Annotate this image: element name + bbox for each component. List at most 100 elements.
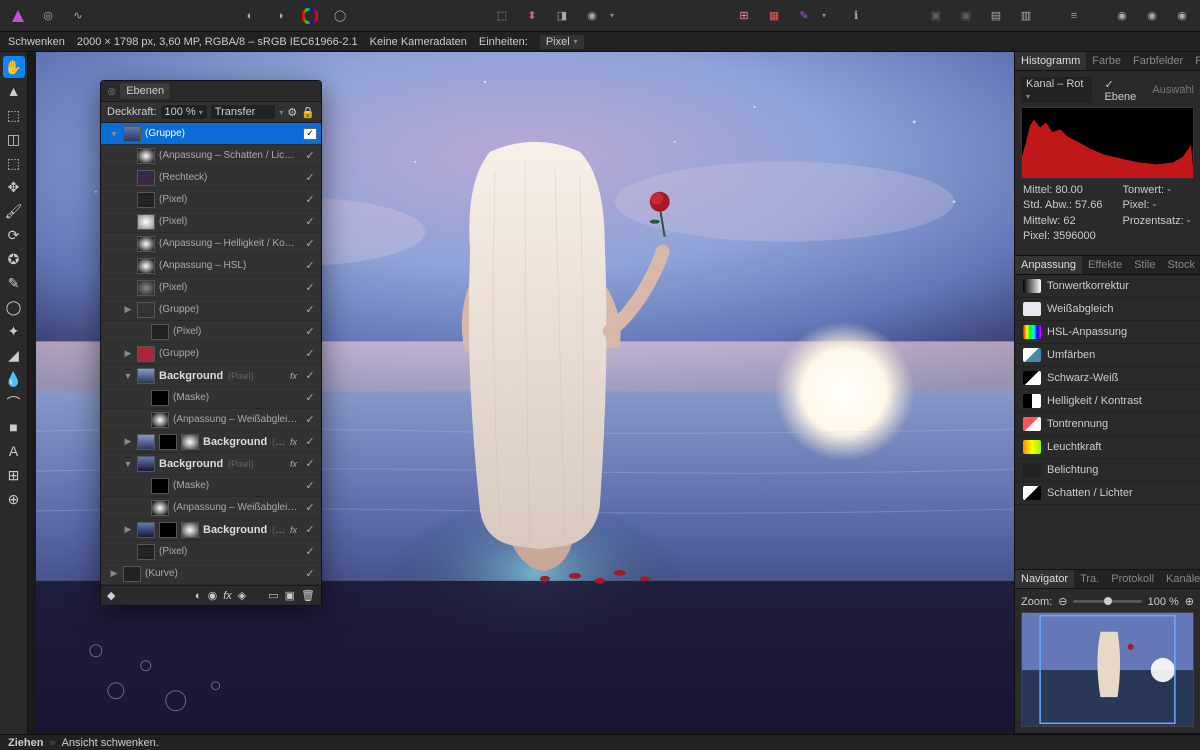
visibility-toggle[interactable]: ✓: [303, 171, 317, 184]
live-filter-icon[interactable]: ◈: [238, 589, 246, 602]
zoom-tool[interactable]: ⊕: [3, 488, 25, 510]
fx-icon[interactable]: fx: [223, 590, 232, 602]
adjustment-item[interactable]: Belichtung: [1015, 459, 1200, 482]
selection-none-icon[interactable]: ⬍: [520, 4, 544, 28]
hue-icon[interactable]: [298, 4, 322, 28]
tab-swatches[interactable]: Farbfelder: [1127, 52, 1189, 70]
navigator-preview[interactable]: [1021, 612, 1194, 727]
visibility-toggle[interactable]: ✓: [303, 347, 317, 360]
disclosure-arrow-icon[interactable]: ▶: [123, 436, 133, 447]
hand-tool[interactable]: ✋: [3, 56, 25, 78]
account-icon[interactable]: ◉: [1140, 4, 1164, 28]
layer-row[interactable]: ▶Background (Pixel)fx✓: [101, 519, 321, 541]
layer-row[interactable]: ▼Background (Pixel)fx✓: [101, 453, 321, 475]
tab-transform[interactable]: Tra.: [1074, 570, 1105, 588]
layer-row[interactable]: (Maske)✓: [101, 475, 321, 497]
adjustment-item[interactable]: Weißabgleich: [1015, 298, 1200, 321]
align-icon[interactable]: ≡: [1062, 4, 1086, 28]
disclosure-arrow-icon[interactable]: ▶: [123, 348, 133, 359]
tab-color[interactable]: Farbe: [1086, 52, 1127, 70]
fx-badge[interactable]: fx: [290, 437, 297, 447]
layer-blend-ranges-icon[interactable]: ◆: [107, 589, 115, 602]
visibility-toggle[interactable]: ✓: [303, 303, 317, 316]
visibility-toggle[interactable]: ✓: [303, 369, 317, 382]
visibility-checkbox[interactable]: ✓: [303, 128, 317, 140]
text-tool[interactable]: A: [3, 440, 25, 462]
zoom-slider[interactable]: [1073, 600, 1141, 603]
persona-liquify-icon[interactable]: ∿: [66, 4, 90, 28]
layer-group-icon[interactable]: ▥: [1014, 4, 1038, 28]
layer-row[interactable]: ▼(Gruppe)✓: [101, 123, 321, 145]
layer-row[interactable]: (Maske)✓: [101, 387, 321, 409]
group-icon[interactable]: ▣: [285, 589, 295, 602]
clone-tool[interactable]: ✦: [3, 320, 25, 342]
visibility-toggle[interactable]: ✓: [303, 567, 317, 580]
exposure-icon[interactable]: ◯: [328, 4, 352, 28]
layer-row[interactable]: ▼Background (Pixel)fx✓: [101, 365, 321, 387]
persona-photo-icon[interactable]: ◎: [36, 4, 60, 28]
pen-tool[interactable]: ⌒: [3, 392, 25, 414]
disclosure-arrow-icon[interactable]: ▼: [123, 459, 133, 469]
adjustment-item[interactable]: Helligkeit / Kontrast: [1015, 390, 1200, 413]
layers-panel-header[interactable]: ⊗ Ebenen: [101, 81, 321, 102]
disclosure-arrow-icon[interactable]: ▶: [123, 524, 133, 535]
arrange-back-icon[interactable]: ▣: [924, 4, 948, 28]
disclosure-arrow-icon[interactable]: ▶: [109, 568, 119, 579]
shape-tool[interactable]: ■: [3, 416, 25, 438]
tab-stock[interactable]: Stock: [1162, 256, 1200, 274]
panel-close-icon[interactable]: ⊗: [107, 85, 116, 98]
layer-row[interactable]: (Pixel)✓: [101, 321, 321, 343]
visibility-toggle[interactable]: ✓: [303, 325, 317, 338]
opacity-field[interactable]: 100 % ▾: [161, 105, 207, 119]
fx-badge[interactable]: fx: [290, 459, 297, 469]
contrast-icon[interactable]: ◑: [268, 4, 292, 28]
arrange-front-icon[interactable]: ▣: [954, 4, 978, 28]
app-icon[interactable]: [6, 4, 30, 28]
visibility-toggle[interactable]: ✓: [303, 237, 317, 250]
visibility-toggle[interactable]: ✓: [303, 457, 317, 470]
visibility-toggle[interactable]: ✓: [303, 413, 317, 426]
layer-row[interactable]: (Anpassung – HSL)✓: [101, 255, 321, 277]
selection-invert-icon[interactable]: ◨: [550, 4, 574, 28]
tab-brushes[interactable]: Pinsel: [1189, 52, 1200, 70]
blend-mode-dropdown[interactable]: Transfer: [211, 105, 276, 119]
tab-adjustment[interactable]: Anpassung: [1015, 256, 1082, 274]
cloud-icon[interactable]: ◉: [1170, 4, 1194, 28]
adjustment-item[interactable]: Schwarz-Weiß: [1015, 367, 1200, 390]
visibility-toggle[interactable]: ✓: [303, 281, 317, 294]
selection-tool[interactable]: ◫: [3, 128, 25, 150]
tab-effects[interactable]: Effekte: [1082, 256, 1128, 274]
visibility-toggle[interactable]: ✓: [303, 193, 317, 206]
visibility-toggle[interactable]: ✓: [303, 215, 317, 228]
layer-row[interactable]: ▶(Kurve)✓: [101, 563, 321, 585]
snap-icon[interactable]: ⊞: [732, 4, 756, 28]
tab-history[interactable]: Protokoll: [1105, 570, 1160, 588]
help-icon[interactable]: ◉: [1110, 4, 1134, 28]
selection-all-icon[interactable]: ⬚: [490, 4, 514, 28]
layers-panel[interactable]: ⊗ Ebenen Deckkraft: 100 % ▾ Transfer ▾ ⚙…: [100, 80, 322, 606]
scope-selection[interactable]: Auswahl: [1152, 84, 1194, 96]
add-layer-icon[interactable]: ▭: [268, 589, 278, 602]
layer-row[interactable]: (Anpassung – Weißabgleich)✓: [101, 497, 321, 519]
layer-row[interactable]: ▶Background (Pixel)fx✓: [101, 431, 321, 453]
fx-badge[interactable]: fx: [290, 525, 297, 535]
units-dropdown[interactable]: Pixel▾: [540, 35, 584, 49]
mesh-tool[interactable]: ⊞: [3, 464, 25, 486]
crop-tool[interactable]: ⬚: [3, 104, 25, 126]
paint-brush-tool[interactable]: 🖌: [3, 200, 25, 222]
visibility-toggle[interactable]: ✓: [303, 259, 317, 272]
marquee-tool[interactable]: ⬚: [3, 152, 25, 174]
pencil-tool[interactable]: ✎: [3, 272, 25, 294]
layer-settings-icon[interactable]: ⚙: [287, 106, 297, 119]
visibility-toggle[interactable]: ✓: [303, 523, 317, 536]
move-tool[interactable]: ▲: [3, 80, 25, 102]
color-replace-tool[interactable]: ⟳: [3, 224, 25, 246]
tab-channels[interactable]: Kanäle: [1160, 570, 1200, 588]
layers-tab[interactable]: Ebenen: [120, 83, 170, 99]
delete-layer-icon[interactable]: 🗑: [301, 589, 315, 602]
healing-tool[interactable]: ✪: [3, 248, 25, 270]
adjustment-item[interactable]: HSL-Anpassung: [1015, 321, 1200, 344]
adjustment-item[interactable]: Tonwertkorrektur: [1015, 275, 1200, 298]
layer-row[interactable]: (Rechteck)✓: [101, 167, 321, 189]
channel-dropdown[interactable]: Kanal – Rot ▾: [1021, 77, 1092, 103]
